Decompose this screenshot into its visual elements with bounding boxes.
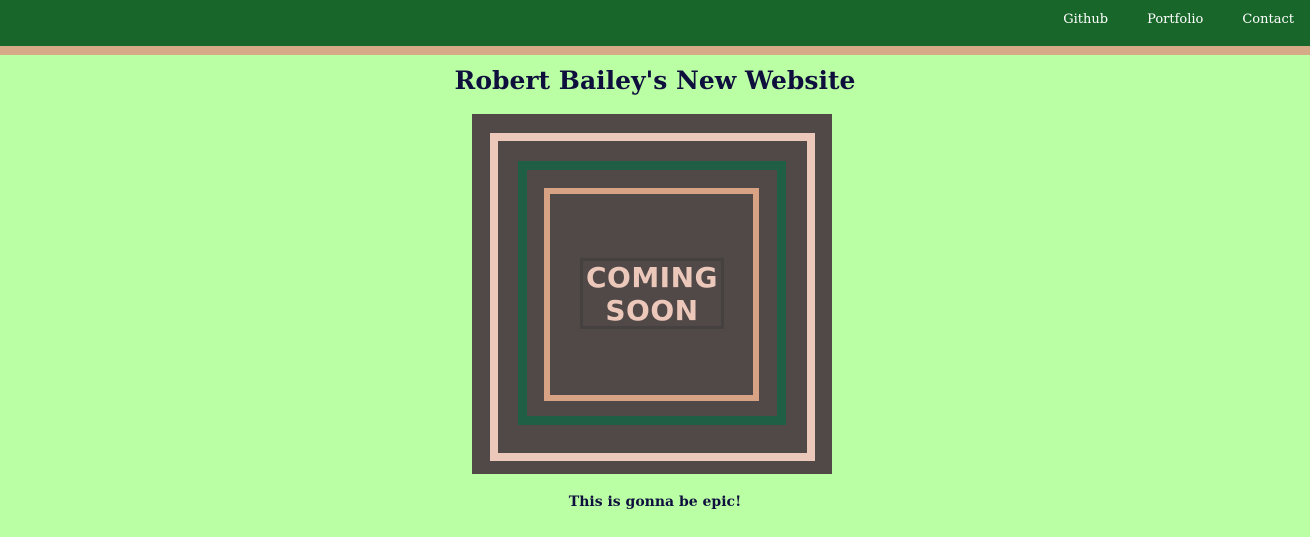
header-accent-stripe: [0, 46, 1310, 55]
page-title: Robert Bailey's New Website: [454, 66, 856, 95]
coming-soon-image: COMING SOON: [472, 114, 832, 474]
coming-soon-label: COMING SOON: [580, 258, 724, 329]
page-tagline: This is gonna be epic!: [568, 494, 742, 510]
nav-link-contact[interactable]: Contact: [1242, 0, 1294, 40]
nav-links: Github Portfolio Contact: [1024, 0, 1294, 40]
top-nav-bar: Github Portfolio Contact: [0, 0, 1310, 46]
coming-soon-line-2: SOON: [605, 293, 699, 327]
nav-link-portfolio[interactable]: Portfolio: [1147, 0, 1203, 40]
coming-soon-line-1: COMING: [585, 260, 719, 294]
nav-link-github[interactable]: Github: [1063, 0, 1108, 40]
